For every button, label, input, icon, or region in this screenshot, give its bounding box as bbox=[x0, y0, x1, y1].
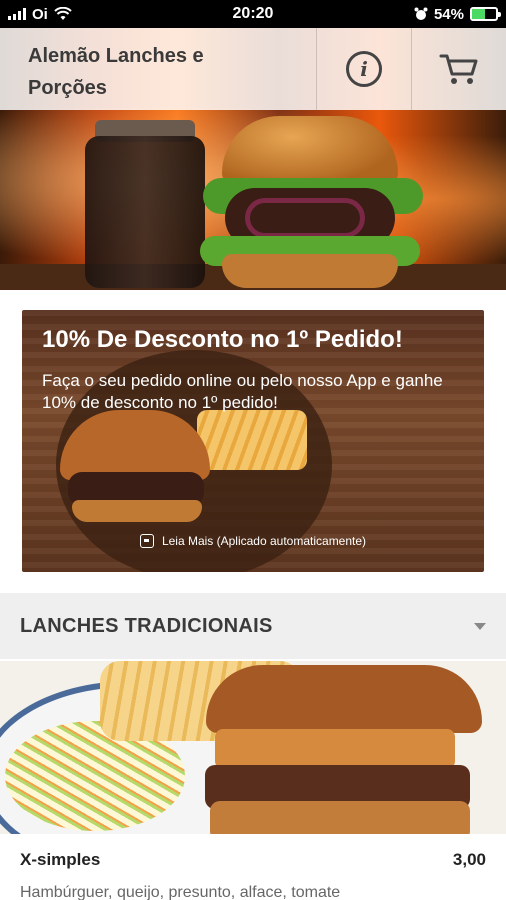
cart-icon bbox=[439, 54, 478, 84]
status-right: 54% bbox=[414, 0, 501, 28]
info-button[interactable]: i bbox=[316, 28, 411, 110]
item-description: Hambúrguer, queijo, presunto, alface, to… bbox=[20, 884, 341, 900]
item-image[interactable] bbox=[0, 661, 506, 834]
info-icon: i bbox=[346, 51, 382, 87]
coupon-icon bbox=[139, 534, 154, 548]
item-name: X-simples bbox=[20, 850, 101, 869]
battery-fill bbox=[472, 9, 485, 19]
read-more-label: Leia Mais (Aplicado automaticamente) bbox=[161, 534, 367, 548]
chevron-down-icon bbox=[474, 622, 486, 630]
read-more-link[interactable]: Leia Mais (Aplicado automaticamente) bbox=[22, 534, 484, 548]
category-title: LANCHES TRADICIONAIS bbox=[20, 614, 273, 637]
menu-item[interactable]: X-simples 3,00 Hambúrguer, queijo, presu… bbox=[0, 838, 506, 900]
promo-text: Faça o seu pedido online ou pelo nosso A… bbox=[42, 371, 443, 412]
promo-banner[interactable]: 10% De Desconto no 1º Pedido! Faça o seu… bbox=[22, 310, 484, 572]
battery-icon bbox=[470, 7, 501, 21]
promo-title: 10% De Desconto no 1º Pedido! bbox=[42, 326, 403, 353]
category-header[interactable]: LANCHES TRADICIONAIS bbox=[0, 593, 506, 659]
status-bar: Oi 20:20 54% bbox=[0, 0, 506, 28]
burger-bun-top bbox=[222, 116, 398, 186]
alarm-icon bbox=[414, 7, 428, 20]
app-header: Alemão Lanches e Porções i bbox=[0, 28, 506, 110]
restaurant-title: Alemão Lanches e Porções bbox=[28, 45, 204, 99]
item-price: 3,00 bbox=[452, 850, 486, 869]
cart-button[interactable] bbox=[411, 28, 506, 110]
battery-percent: 54% bbox=[433, 5, 464, 23]
